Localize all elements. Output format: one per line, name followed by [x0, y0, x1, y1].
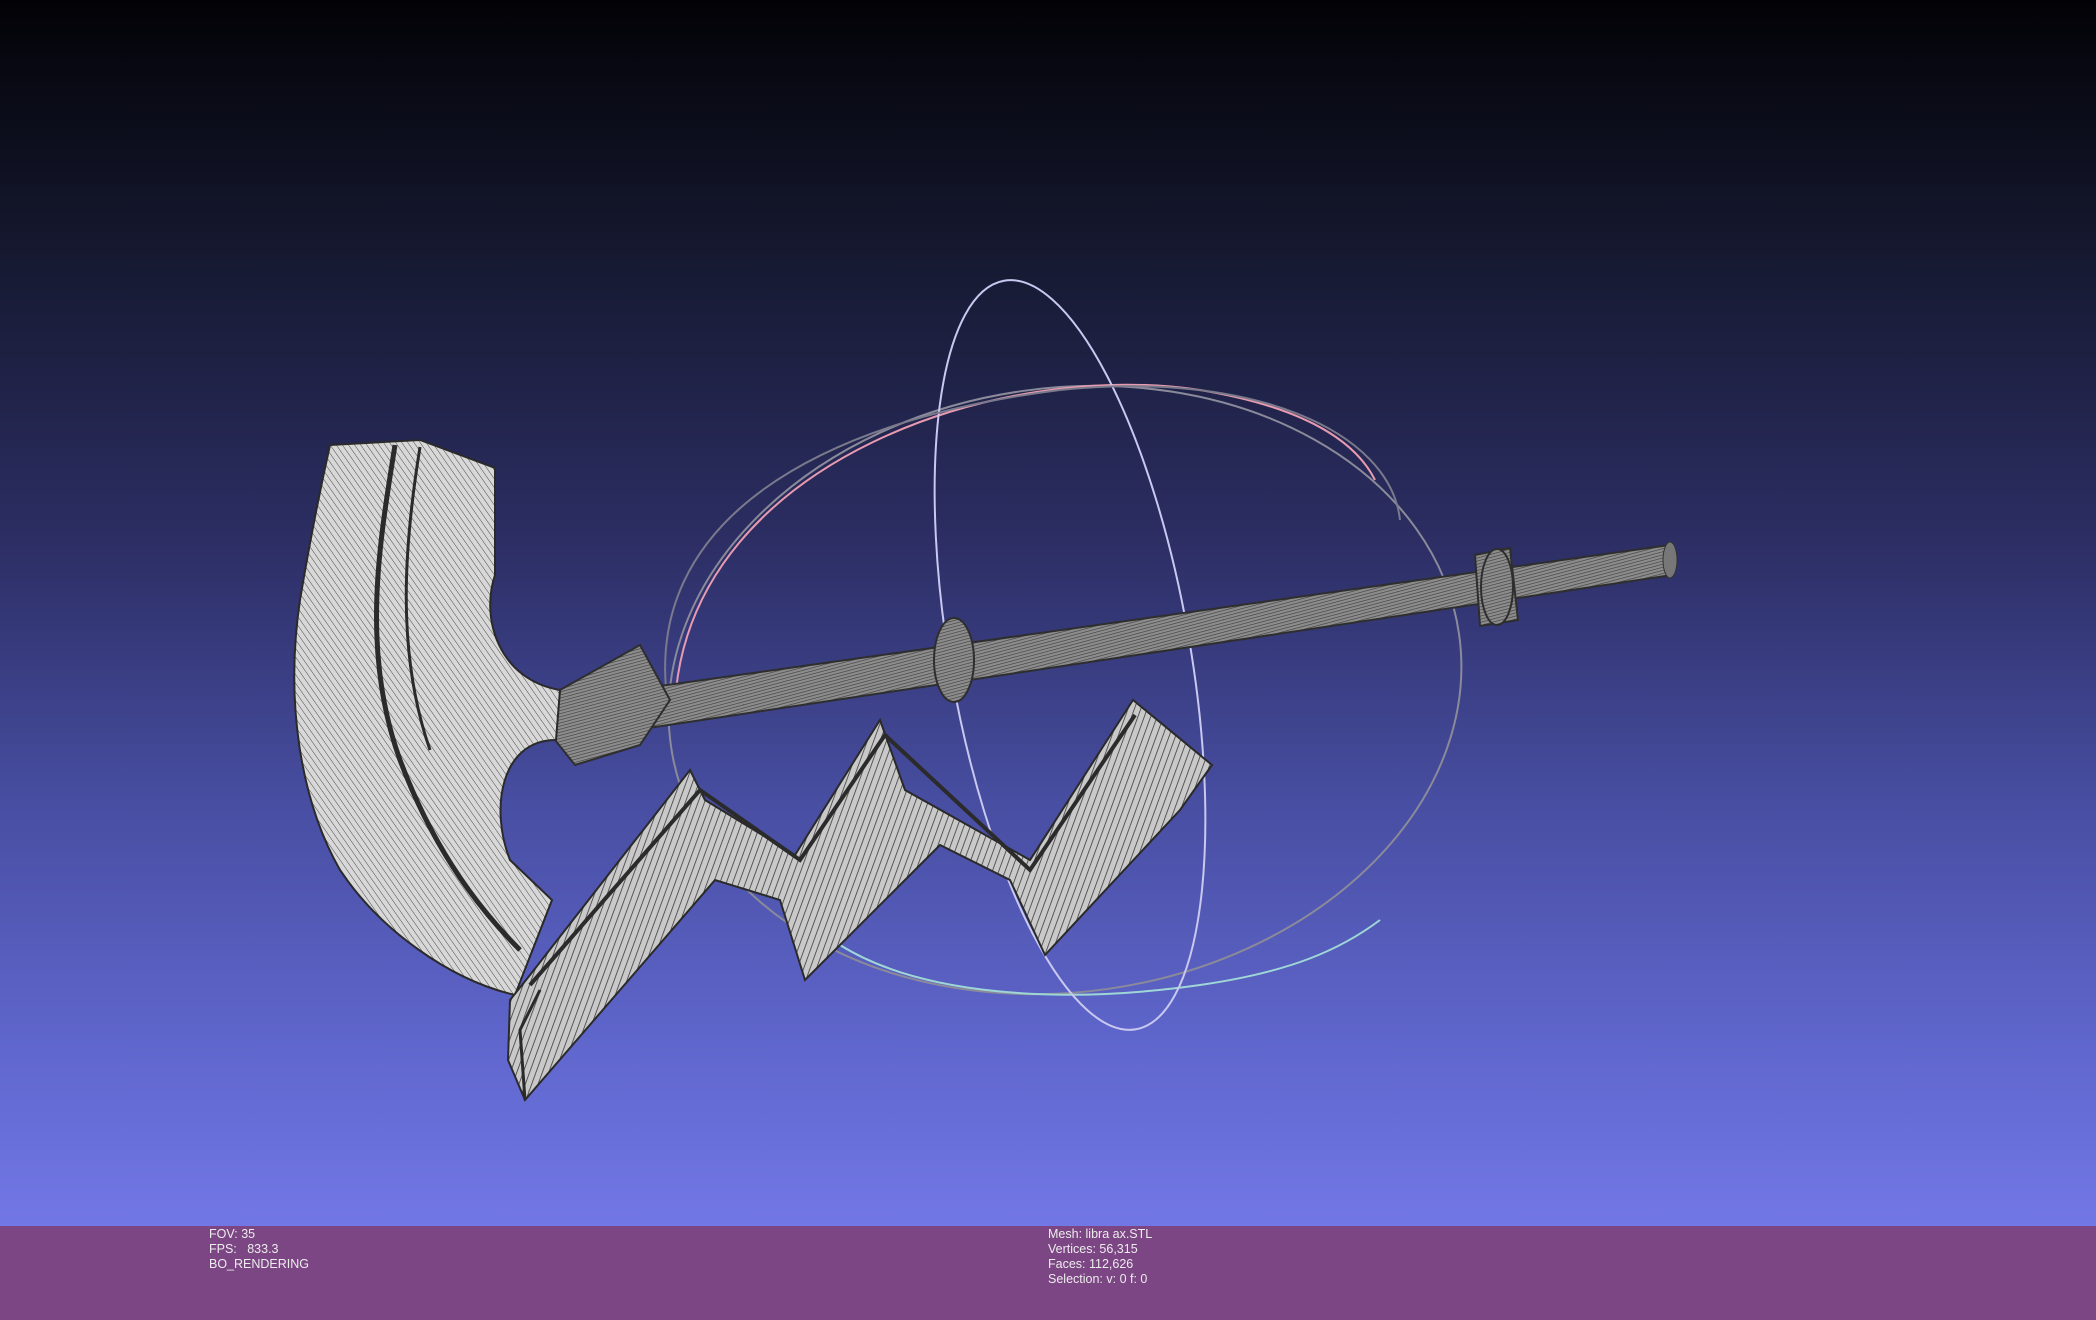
vertices-label: Vertices: [1048, 1242, 1096, 1256]
mesh-label: Mesh: [1048, 1227, 1083, 1241]
render-mode: BO_RENDERING [209, 1257, 310, 1271]
mesh-render-canvas[interactable] [0, 0, 2096, 1226]
fov-value: 35 [241, 1227, 256, 1241]
mesh-value: libra ax.STL [1085, 1227, 1153, 1241]
faces-readout: Faces: 112,626 [1048, 1257, 1152, 1272]
axe-head [293, 438, 1214, 1102]
trackball-ring-z [839, 919, 1381, 996]
render-info: FOV: 35 FPS: 833.3 BO_RENDERING [209, 1227, 309, 1272]
fps-value: 833.3 [247, 1242, 279, 1256]
fps-readout: FPS: 833.3 [209, 1242, 309, 1257]
vertices-value: 56,315 [1099, 1242, 1138, 1256]
selection-value: v: 0 f: 0 [1106, 1272, 1148, 1286]
fps-label: FPS: [209, 1242, 237, 1256]
fov-label: FOV: [209, 1227, 238, 1241]
3d-viewport[interactable] [0, 0, 2096, 1226]
selection-readout: Selection: v: 0 f: 0 [1048, 1272, 1152, 1287]
faces-value: 112,626 [1089, 1257, 1134, 1271]
fov-readout: FOV: 35 [209, 1227, 309, 1242]
vertices-readout: Vertices: 56,315 [1048, 1242, 1152, 1257]
mesh-readout: Mesh: libra ax.STL [1048, 1227, 1152, 1242]
selection-label: Selection: [1048, 1272, 1103, 1286]
faces-label: Faces: [1048, 1257, 1086, 1271]
mesh-info: Mesh: libra ax.STL Vertices: 56,315 Face… [1048, 1227, 1152, 1287]
status-bar: FOV: 35 FPS: 833.3 BO_RENDERING Mesh: li… [0, 1226, 2096, 1320]
